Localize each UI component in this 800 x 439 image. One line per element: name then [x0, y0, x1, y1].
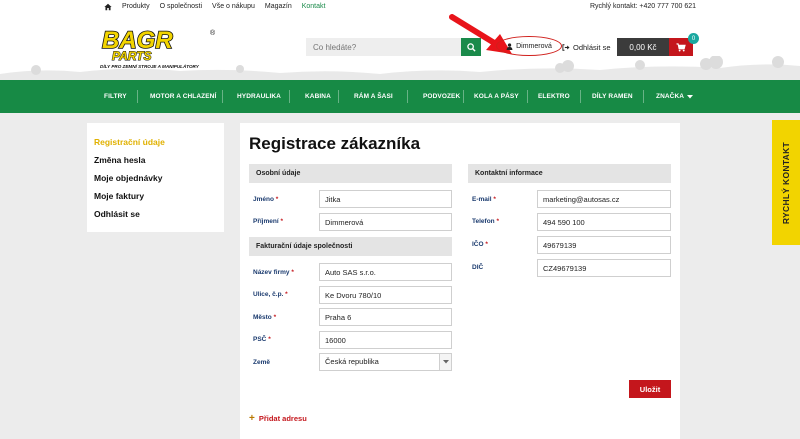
quick-contact-phone[interactable]: Rychlý kontakt: +420 777 700 621	[590, 3, 696, 10]
last-name-label: Příjmení *	[253, 218, 283, 225]
user-account-link[interactable]: Dimmerová	[496, 36, 562, 56]
logout-icon	[562, 44, 570, 51]
nav-separator	[137, 90, 138, 103]
nav-filtry[interactable]: FILTRY	[104, 80, 127, 113]
street-label: Ulice, č.p. *	[253, 291, 288, 298]
zip-field[interactable]	[319, 331, 452, 349]
top-nav-kontakt[interactable]: Kontakt	[302, 3, 326, 10]
chevron-down-icon	[687, 94, 694, 98]
home-icon[interactable]	[104, 3, 112, 11]
top-bar: Produkty O společnosti Vše o nákupu Maga…	[0, 0, 800, 14]
user-name: Dimmerová	[516, 42, 552, 50]
quick-contact-tab-label: RYCHLÝ KONTAKT	[781, 141, 791, 224]
street-field[interactable]	[319, 286, 452, 304]
nav-elektro[interactable]: ELEKTRO	[538, 80, 570, 113]
nav-hydraulika[interactable]: HYDRAULIKA	[237, 80, 281, 113]
section-heading-billing: Fakturační údaje společnosti	[249, 237, 452, 256]
nav-motor-a-chlazeni[interactable]: MOTOR A CHLAZENÍ	[150, 80, 216, 113]
header: BAGR ® PARTS DÍLY PRO ZEMNÍ STROJE A MAN…	[0, 14, 800, 80]
nav-separator	[407, 90, 408, 103]
cart-widget[interactable]: 0,00 Kč	[617, 38, 693, 56]
first-name-label: Jméno *	[253, 196, 279, 203]
logout-label: Odhlásit se	[573, 43, 611, 52]
save-button[interactable]: Uložit	[629, 380, 671, 398]
logout-link[interactable]: Odhlásit se	[562, 43, 611, 52]
nav-ram-a-sasi[interactable]: RÁM A ŠASI	[354, 80, 393, 113]
nav-separator	[338, 90, 339, 103]
top-nav: Produkty O společnosti Vše o nákupu Maga…	[122, 3, 325, 10]
country-label: Země	[253, 359, 270, 366]
dic-label: DIČ	[472, 264, 484, 271]
ico-field[interactable]	[537, 236, 671, 254]
phone-label: Telefon *	[472, 218, 499, 225]
sidebar-item-moje-faktury[interactable]: Moje faktury	[94, 191, 217, 209]
svg-text:®: ®	[210, 29, 216, 37]
first-name-field[interactable]	[319, 190, 452, 208]
add-address-label: Přidat adresu	[258, 414, 307, 423]
city-field[interactable]	[319, 308, 452, 326]
cart-icon	[676, 42, 686, 52]
nav-znacka-label: ZNAČKA	[656, 93, 685, 100]
top-nav-o-spolecnosti[interactable]: O společnosti	[160, 3, 202, 10]
sidebar-item-odhlasit-se[interactable]: Odhlásit se	[94, 209, 217, 227]
sidebar-item-zmena-hesla[interactable]: Změna hesla	[94, 155, 217, 173]
plus-icon: +	[249, 413, 255, 424]
nav-separator	[289, 90, 290, 103]
chevron-down-icon	[442, 360, 449, 364]
top-nav-produkty[interactable]: Produkty	[122, 3, 150, 10]
nav-separator	[643, 90, 644, 103]
cart-count-badge: 0	[688, 33, 699, 44]
cart-amount: 0,00 Kč	[617, 38, 669, 56]
country-selected-value: Česká republika	[325, 357, 379, 366]
country-select[interactable]: Česká republika	[319, 353, 452, 371]
top-nav-vse-o-nakupu[interactable]: Vše o nákupu	[212, 3, 255, 10]
nav-separator	[463, 90, 464, 103]
page-title: Registrace zákazníka	[249, 134, 421, 153]
svg-text:PARTS: PARTS	[112, 49, 152, 63]
nav-kola-a-pasy[interactable]: KOLA A PÁSY	[474, 80, 519, 113]
sidebar-item-registracni-udaje[interactable]: Registrační údaje	[94, 137, 217, 155]
nav-dily-ramen[interactable]: DÍLY RAMEN	[592, 80, 633, 113]
select-arrow	[439, 354, 451, 370]
svg-text:DÍLY PRO ZEMNÍ STROJE A MANIPU: DÍLY PRO ZEMNÍ STROJE A MANIPULÁTORY	[100, 63, 200, 69]
email-field[interactable]	[537, 190, 671, 208]
nav-kabina[interactable]: KABINA	[305, 80, 331, 113]
top-nav-magazin[interactable]: Magazín	[265, 3, 292, 10]
nav-separator	[527, 90, 528, 103]
nav-separator	[222, 90, 223, 103]
email-label: E-mail *	[472, 196, 496, 203]
registration-form: Registrace zákazníka Osobní údaje Jméno …	[240, 123, 680, 439]
company-field[interactable]	[319, 263, 452, 281]
section-heading-contact: Kontaktní informace	[468, 164, 671, 183]
nav-znacka[interactable]: ZNAČKA	[656, 80, 694, 113]
city-label: Město *	[253, 314, 277, 321]
search-input[interactable]	[306, 38, 461, 56]
main-nav: FILTRY MOTOR A CHLAZENÍ HYDRAULIKA KABIN…	[0, 80, 800, 113]
nav-podvozek[interactable]: PODVOZEK	[423, 80, 460, 113]
sidebar-item-moje-objednavky[interactable]: Moje objednávky	[94, 173, 217, 191]
nav-separator	[580, 90, 581, 103]
dic-field[interactable]	[537, 259, 671, 277]
account-sidebar: Registrační údaje Změna hesla Moje objed…	[87, 123, 224, 232]
zip-label: PSČ *	[253, 336, 271, 343]
last-name-field[interactable]	[319, 213, 452, 231]
section-heading-personal: Osobní údaje	[249, 164, 452, 183]
phone-field[interactable]	[537, 213, 671, 231]
ico-label: IČO *	[472, 241, 488, 248]
add-address-link[interactable]: + Přidat adresu	[249, 413, 307, 424]
quick-contact-tab[interactable]: RYCHLÝ KONTAKT	[772, 120, 800, 245]
user-icon	[506, 42, 513, 50]
company-label: Název firmy *	[253, 269, 294, 276]
bagr-parts-logo[interactable]: BAGR ® PARTS DÍLY PRO ZEMNÍ STROJE A MAN…	[98, 26, 220, 70]
